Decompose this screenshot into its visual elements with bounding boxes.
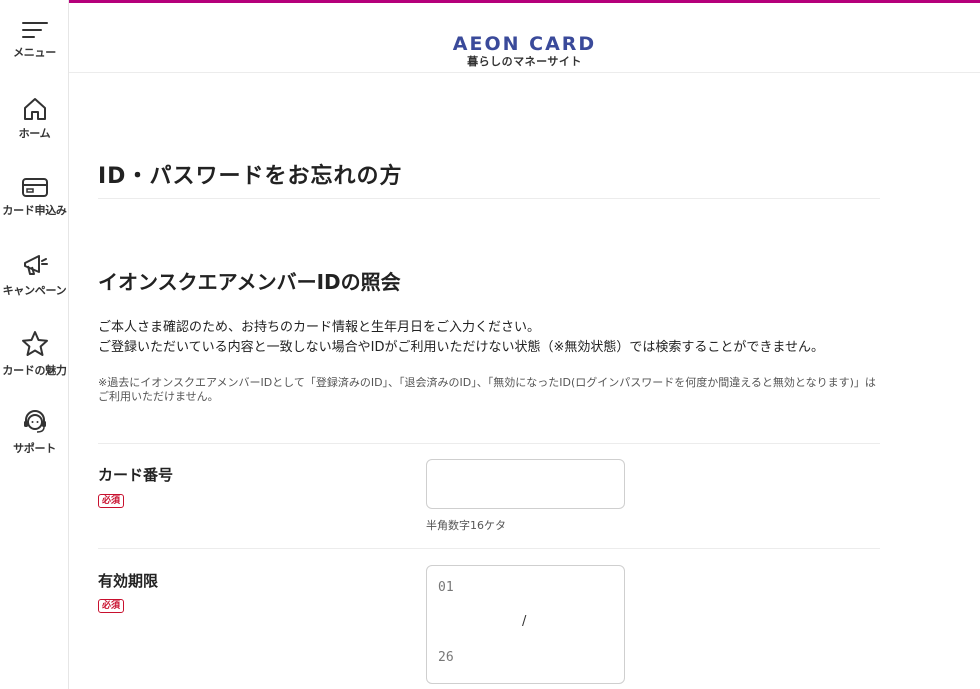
sidebar-item-label: カードの魅力 xyxy=(2,364,67,377)
expiry-month-select[interactable]: 01 xyxy=(438,580,454,595)
sidebar-item-label: キャンペーン xyxy=(2,284,67,297)
card-number-label: カード番号 xyxy=(98,466,174,484)
required-badge: 必須 xyxy=(98,494,124,508)
star-icon xyxy=(21,331,48,356)
logo-main-text: AEON CARD xyxy=(452,33,597,55)
sidebar-item-campaign[interactable]: キャンペーン xyxy=(0,252,69,298)
notice-text: ※過去にイオンスクエアメンバーIDとして「登録済みのID」、「退会済みのID」、… xyxy=(98,376,876,403)
description-line: ご登録いただいている内容と一致しない場合やIDがご利用いただけない状態（※無効状… xyxy=(98,340,824,355)
title-divider xyxy=(98,198,880,199)
form-row-divider xyxy=(98,548,880,549)
card-icon xyxy=(21,178,48,197)
sidebar-item-home[interactable]: ホーム xyxy=(0,97,69,141)
sidebar-item-support[interactable]: サポート xyxy=(0,408,69,456)
section-title: イオンスクエアメンバーIDの照会 xyxy=(98,270,401,294)
card-number-input[interactable] xyxy=(426,459,625,509)
sidebar-nav: メニュー ホーム カード申込み キャンペーン カードの魅力 サポート xyxy=(0,0,69,689)
sidebar-item-card-appeal[interactable]: カードの魅力 xyxy=(0,330,69,378)
card-number-hint: 半角数字16ケタ xyxy=(426,519,506,532)
page-title: ID・パスワードをお忘れの方 xyxy=(98,164,403,189)
required-badge: 必須 xyxy=(98,599,124,613)
sidebar-item-label: ホーム xyxy=(18,127,51,140)
sidebar-item-label: カード申込み xyxy=(2,204,67,217)
description-line: ご本人さま確認のため、お持ちのカード情報と生年月日をご入力ください。 xyxy=(98,320,541,335)
home-icon xyxy=(23,98,46,120)
sidebar-item-label: サポート xyxy=(13,442,56,455)
form-row-divider xyxy=(98,443,880,444)
megaphone-icon xyxy=(23,255,48,275)
section-description: ご本人さま確認のため、お持ちのカード情報と生年月日をご入力ください。 ご登録いた… xyxy=(98,318,824,358)
expiry-separator: / xyxy=(522,614,527,629)
expiry-label: 有効期限 xyxy=(98,572,159,590)
expiry-year-select[interactable]: 26 xyxy=(438,650,454,665)
sidebar-item-menu[interactable]: メニュー xyxy=(0,20,69,60)
menu-icon xyxy=(21,22,48,38)
sidebar-item-label: メニュー xyxy=(13,46,56,59)
expiry-field-group: 01 / 26 xyxy=(426,565,625,684)
support-agent-icon xyxy=(23,410,46,433)
logo-tagline: 暮らしのマネーサイト xyxy=(467,55,582,68)
sidebar-item-card-apply[interactable]: カード申込み xyxy=(0,176,69,218)
aeon-card-logo[interactable]: AEON CARD 暮らしのマネーサイト xyxy=(69,33,980,68)
site-header: AEON CARD 暮らしのマネーサイト xyxy=(69,3,980,73)
